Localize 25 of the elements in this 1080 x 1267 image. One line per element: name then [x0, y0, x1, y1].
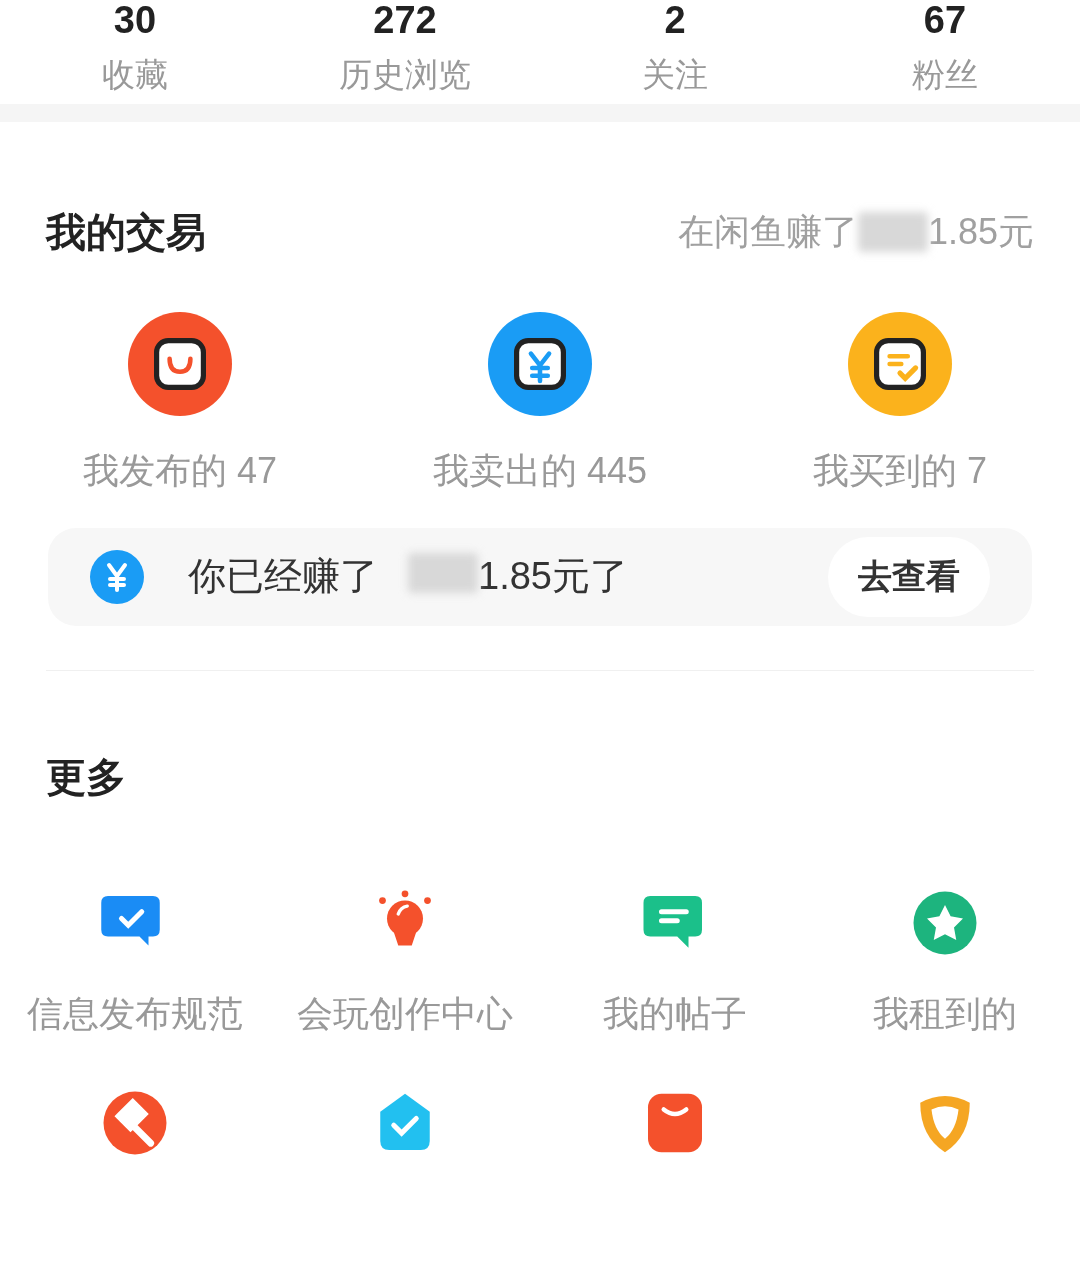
yen-icon [90, 549, 144, 604]
stat-label[interactable]: 粉丝 [912, 50, 978, 100]
section-title: 更多 [45, 754, 127, 801]
stat-value[interactable]: 67 [923, 0, 967, 40]
earnings-text: 在闲鱼赚了 [677, 210, 858, 255]
view-button[interactable]: 去查看 [828, 536, 990, 617]
blurred-area [857, 212, 928, 253]
menu-label[interactable]: 我的帖子 [603, 987, 747, 1041]
stat-value[interactable]: 272 [373, 0, 437, 40]
menu-label[interactable]: 会玩创作中心 [297, 987, 513, 1041]
menu-label[interactable]: 信息发布规范 [27, 987, 243, 1041]
trade-label[interactable]: 我买到的 7 [813, 444, 987, 499]
menu-label[interactable]: 我租到的 [873, 987, 1017, 1041]
earnings-amount: 1.85元 [927, 210, 1034, 255]
stat-label[interactable]: 历史浏览 [339, 50, 471, 100]
trade-label[interactable]: 我发布的 47 [82, 444, 277, 499]
trade-label[interactable]: 我卖出的 445 [432, 444, 648, 499]
earnings-message: 你已经赚了 [188, 554, 378, 600]
stat-label[interactable]: 收藏 [102, 50, 168, 100]
earnings-amount: 1.85元了 [478, 554, 628, 600]
stat-value[interactable]: 2 [664, 0, 686, 40]
stat-value[interactable]: 30 [113, 0, 157, 40]
blurred-area [408, 553, 478, 594]
stat-label[interactable]: 关注 [642, 50, 708, 100]
section-title: 我的交易 [46, 209, 206, 257]
